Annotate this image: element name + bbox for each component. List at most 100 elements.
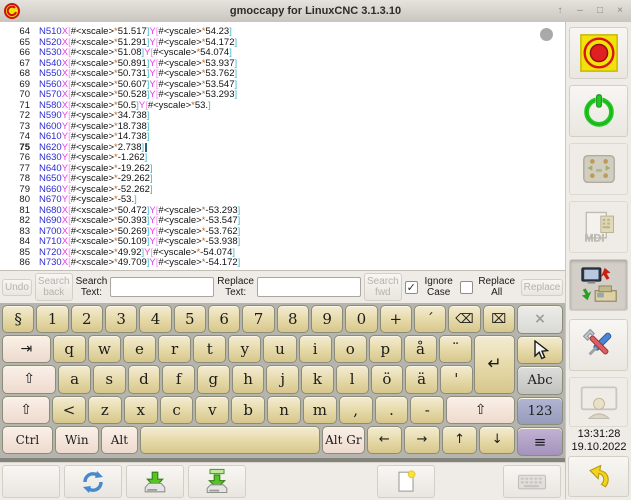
gcode-editor[interactable]: 64N510X[#<xscale>*51.517]Y[#<yscale>*54.… (0, 22, 565, 271)
arrow-right-key[interactable]: → (404, 426, 440, 454)
key-w[interactable]: w (88, 335, 121, 363)
key-ö[interactable]: ö (371, 365, 404, 393)
key-q[interactable]: q (53, 335, 86, 363)
maximize-button[interactable]: □ (593, 3, 607, 18)
mdi-mode-button[interactable]: MDI (569, 201, 628, 253)
key-5[interactable]: 5 (174, 305, 206, 333)
tab-key[interactable]: ⇥ (2, 335, 51, 363)
key-m[interactable]: m (303, 396, 337, 424)
estop-button[interactable] (569, 27, 628, 79)
key-b[interactable]: b (231, 396, 265, 424)
line-number: 82 (0, 216, 39, 227)
code-line[interactable]: 86N730X[#<xscale>*49.709]Y[#<yscale>*-54… (0, 258, 565, 269)
key-7[interactable]: 7 (242, 305, 274, 333)
key-2[interactable]: 2 (71, 305, 103, 333)
enter-key[interactable]: ↵ (474, 335, 515, 393)
save-button[interactable] (126, 465, 184, 498)
left-shift-key[interactable]: ⇧ (2, 396, 50, 424)
backspace-key[interactable]: ⌫ (448, 305, 480, 333)
keyboard-close-key[interactable]: × (517, 305, 563, 334)
replace-all-checkbox[interactable] (460, 281, 473, 294)
win-key[interactable]: Win (55, 426, 99, 454)
key-c[interactable]: c (160, 396, 194, 424)
blank-button[interactable] (2, 465, 60, 498)
shade-button[interactable]: ↑ (553, 3, 567, 18)
manual-mode-button[interactable] (569, 143, 628, 195)
key-¨[interactable]: ¨ (439, 335, 472, 363)
minimize-button[interactable]: – (573, 3, 587, 18)
key-k[interactable]: k (301, 365, 334, 393)
alt-key[interactable]: Alt (101, 426, 138, 454)
settings-button[interactable] (569, 319, 628, 371)
key-d[interactable]: d (128, 365, 161, 393)
key-8[interactable]: 8 (277, 305, 309, 333)
machine-on-button[interactable] (569, 85, 628, 137)
key-f[interactable]: f (162, 365, 195, 393)
caps-lock-key[interactable]: ⇧ (2, 365, 56, 393)
key-+[interactable]: + (380, 305, 412, 333)
undo-button[interactable]: Undo (2, 279, 32, 296)
key-p[interactable]: p (369, 335, 402, 363)
space-key[interactable] (140, 426, 320, 454)
key-o[interactable]: o (334, 335, 367, 363)
key--[interactable]: - (410, 396, 444, 424)
key-'[interactable]: ' (440, 365, 473, 393)
ignore-case-checkbox[interactable]: ✓ (405, 281, 418, 294)
altgr-key[interactable]: Alt Gr (322, 426, 364, 454)
key-z[interactable]: z (88, 396, 122, 424)
key-t[interactable]: t (193, 335, 226, 363)
close-button[interactable]: × (613, 3, 627, 18)
replace-button[interactable]: Replace (521, 279, 564, 296)
arrow-left-key[interactable]: ← (367, 426, 403, 454)
key-å[interactable]: å (404, 335, 437, 363)
key-6[interactable]: 6 (208, 305, 240, 333)
key-§[interactable]: § (2, 305, 34, 333)
menu-key[interactable]: ≡ (517, 427, 563, 456)
key-x[interactable]: x (124, 396, 158, 424)
delete-key[interactable]: ⌧ (483, 305, 515, 333)
abc-layout-key[interactable]: Abc (517, 366, 563, 395)
keyboard-toggle-button[interactable] (503, 465, 561, 498)
auto-mode-button[interactable] (569, 259, 628, 311)
right-shift-key[interactable]: ⇧ (446, 396, 515, 424)
key-l[interactable]: l (336, 365, 369, 393)
key-i[interactable]: i (299, 335, 332, 363)
key-s[interactable]: s (93, 365, 126, 393)
search-fwd-button[interactable]: Search fwd (364, 273, 402, 301)
key-1[interactable]: 1 (36, 305, 68, 333)
reload-button[interactable] (64, 465, 122, 498)
key-y[interactable]: y (228, 335, 261, 363)
right-sidebar: MDI (565, 22, 631, 499)
key-r[interactable]: r (158, 335, 191, 363)
scroll-indicator[interactable] (540, 28, 553, 41)
key-n[interactable]: n (267, 396, 301, 424)
key-j[interactable]: j (266, 365, 299, 393)
key-,[interactable]: , (339, 396, 373, 424)
key-0[interactable]: 0 (345, 305, 377, 333)
key-a[interactable]: a (58, 365, 91, 393)
key-9[interactable]: 9 (311, 305, 343, 333)
key-4[interactable]: 4 (139, 305, 171, 333)
key-ä[interactable]: ä (405, 365, 438, 393)
back-button[interactable] (568, 456, 629, 497)
search-text-input[interactable] (110, 277, 214, 297)
arrow-down-key[interactable]: ↓ (479, 426, 515, 454)
new-file-button[interactable] (377, 465, 435, 498)
numeric-layout-key[interactable]: 123 (517, 397, 563, 426)
pointer-key[interactable] (517, 336, 563, 365)
key-h[interactable]: h (232, 365, 265, 393)
key-<[interactable]: < (52, 396, 86, 424)
arrow-up-key[interactable]: ↑ (442, 426, 478, 454)
key-u[interactable]: u (263, 335, 296, 363)
key-e[interactable]: e (123, 335, 156, 363)
search-back-button[interactable]: Search back (35, 273, 73, 301)
save-as-button[interactable] (188, 465, 246, 498)
key-´[interactable]: ´ (414, 305, 446, 333)
ctrl-key[interactable]: Ctrl (2, 426, 53, 454)
replace-text-input[interactable] (257, 277, 361, 297)
key-.[interactable]: . (375, 396, 409, 424)
key-g[interactable]: g (197, 365, 230, 393)
key-3[interactable]: 3 (105, 305, 137, 333)
key-v[interactable]: v (195, 396, 229, 424)
user-button[interactable] (569, 377, 628, 427)
